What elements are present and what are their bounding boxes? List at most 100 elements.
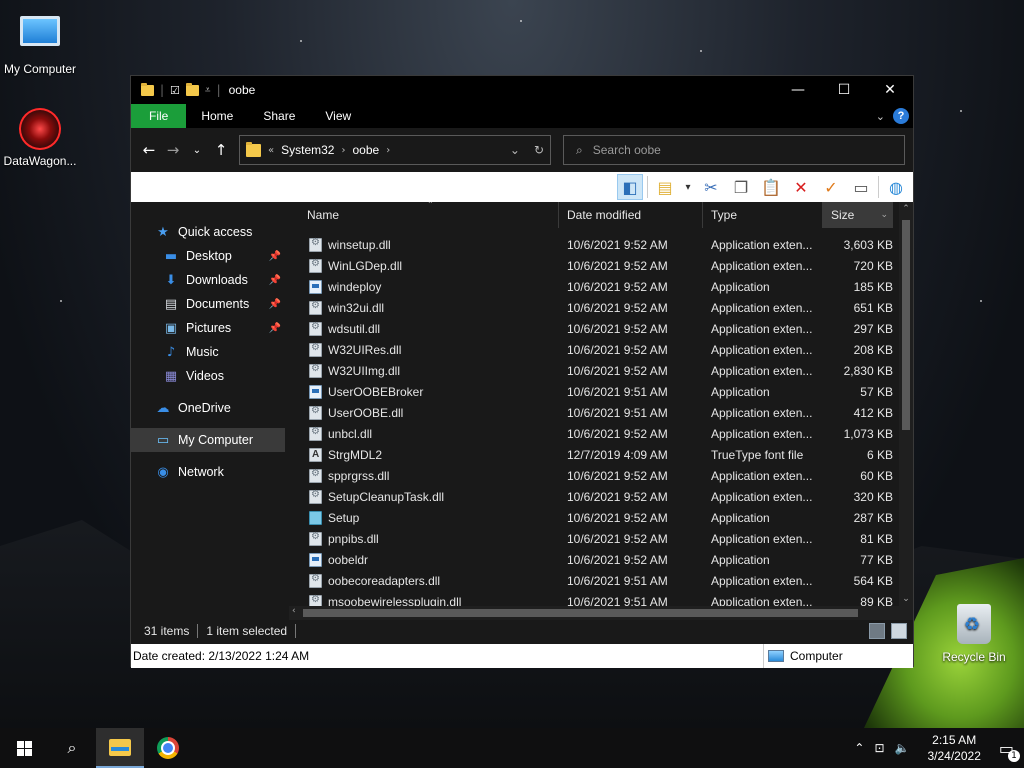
address-bar[interactable]: « System32 › oobe › ⌄ ↻ xyxy=(239,135,551,165)
globe-icon[interactable]: ◍ xyxy=(883,174,909,200)
table-row[interactable]: winsetup.dll 10/6/2021 9:52 AM Application… xyxy=(289,234,899,255)
table-row[interactable]: oobeldr 10/6/2021 9:52 AM Application 77 KB xyxy=(289,549,899,570)
search-box[interactable]: ⌕ xyxy=(563,135,905,165)
paste-icon[interactable]: 📋 xyxy=(758,174,784,200)
nav-item-downloads[interactable]: ⬇ Downloads 📌 xyxy=(131,268,289,292)
breadcrumb-system32[interactable]: System32 xyxy=(281,143,334,157)
tab-share[interactable]: Share xyxy=(248,104,310,128)
table-row[interactable]: W32UIImg.dll 10/6/2021 9:52 AM Application… xyxy=(289,360,899,381)
minimize-button[interactable]: — xyxy=(775,76,821,104)
table-row[interactable]: StrgMDL2 12/7/2019 4:09 AM TrueType font f… xyxy=(289,444,899,465)
column-header-size[interactable]: Size ⌄ xyxy=(823,202,893,228)
nav-item-pictures[interactable]: ▣ Pictures 📌 xyxy=(131,316,289,340)
forward-button[interactable]: → xyxy=(161,141,185,159)
taskbar-file-explorer[interactable] xyxy=(96,728,144,768)
up-button[interactable]: ↑ xyxy=(209,141,233,159)
dropdown-arrow-icon[interactable]: ▾ xyxy=(682,174,694,200)
file-date: 10/6/2021 9:52 AM xyxy=(567,363,668,378)
new-folder-icon[interactable] xyxy=(185,82,199,96)
table-row[interactable]: unbcl.dll 10/6/2021 9:52 AM Application ex… xyxy=(289,423,899,444)
table-row[interactable]: W32UIRes.dll 10/6/2021 9:52 AM Application… xyxy=(289,339,899,360)
vertical-scrollbar[interactable]: ⌃ ⌄ xyxy=(899,202,913,620)
table-row[interactable]: SetupCleanupTask.dll 10/6/2021 9:52 AM App… xyxy=(289,486,899,507)
tab-home[interactable]: Home xyxy=(186,104,248,128)
network-icon[interactable]: ⊡ xyxy=(874,741,884,755)
copy-icon[interactable]: ❐ xyxy=(728,174,754,200)
nav-item-quick-access[interactable]: ★ Quick access xyxy=(131,220,289,244)
nav-item-documents[interactable]: ▤ Documents 📌 xyxy=(131,292,289,316)
notification-center-button[interactable]: ▭ 1 xyxy=(999,739,1020,762)
breadcrumb-chevron-icon[interactable]: › xyxy=(386,145,390,156)
table-row[interactable]: UserOOBE.dll 10/6/2021 9:51 AM Application… xyxy=(289,402,899,423)
nav-item-label: Network xyxy=(178,465,224,479)
desktop-icon-my-computer[interactable]: My Computer xyxy=(0,8,80,76)
table-row[interactable]: WinLGDep.dll 10/6/2021 9:52 AM Application… xyxy=(289,255,899,276)
scroll-up-icon[interactable]: ⌃ xyxy=(899,204,913,214)
close-button[interactable]: ✕ xyxy=(867,76,913,104)
maximize-button[interactable]: ☐ xyxy=(821,76,867,104)
address-dropdown-icon[interactable]: ⌄ xyxy=(510,143,520,157)
tab-view[interactable]: View xyxy=(310,104,366,128)
nav-item-videos[interactable]: ▦ Videos xyxy=(131,364,289,388)
column-header-name[interactable]: Name xyxy=(289,202,559,228)
rename-icon[interactable]: ▭ xyxy=(848,174,874,200)
refresh-icon[interactable]: ↻ xyxy=(534,143,544,157)
scroll-thumb[interactable] xyxy=(303,609,858,617)
dll-file-icon xyxy=(309,489,322,504)
cut-icon[interactable]: ✂ xyxy=(698,174,724,200)
desktop-icon: ▬ xyxy=(164,248,178,264)
tab-file[interactable]: File xyxy=(131,104,187,128)
breadcrumb-chevron-icon[interactable]: › xyxy=(341,145,345,156)
table-row[interactable]: wdsutil.dll 10/6/2021 9:52 AM Application … xyxy=(289,318,899,339)
file-name-cell: oobeldr xyxy=(289,552,559,567)
show-hidden-icons-chevron-icon[interactable]: ⌃ xyxy=(854,741,864,755)
address-overflow[interactable]: « xyxy=(268,145,274,156)
scroll-thumb[interactable] xyxy=(902,220,910,430)
column-header-date[interactable]: Date modified xyxy=(559,202,703,228)
nav-item-network[interactable]: ◉ Network xyxy=(131,460,289,484)
breadcrumb-oobe[interactable]: oobe xyxy=(352,143,379,157)
recent-locations-chevron-icon[interactable]: ⌄ xyxy=(185,145,209,156)
preview-pane-icon[interactable]: ◧ xyxy=(617,174,643,200)
table-row[interactable]: UserOOBEBroker 10/6/2021 9:51 AM Applicati… xyxy=(289,381,899,402)
file-size: 3,603 KB xyxy=(843,237,893,252)
desktop-icon-recycle-bin[interactable]: Recycle Bin xyxy=(934,604,1014,664)
scroll-left-icon[interactable]: ‹ xyxy=(292,606,296,616)
desktop-icon-datawagon[interactable]: DataWagon... xyxy=(0,108,80,168)
search-button[interactable]: ⌕ xyxy=(48,728,96,768)
taskbar-chrome[interactable] xyxy=(144,728,192,768)
help-icon[interactable]: ? xyxy=(893,108,909,124)
start-button[interactable] xyxy=(0,728,48,768)
file-size: 6 KB xyxy=(866,447,893,462)
table-row[interactable]: oobecoreadapters.dll 10/6/2021 9:51 AM App… xyxy=(289,570,899,591)
table-row[interactable]: pnpibs.dll 10/6/2021 9:52 AM Application e… xyxy=(289,528,899,549)
title-bar[interactable]: | ☑ ⩡ | oobe — ☐ ✕ xyxy=(131,76,913,104)
properties-icon[interactable]: ☑ xyxy=(170,84,180,97)
back-button[interactable]: ← xyxy=(137,141,161,159)
volume-icon[interactable]: 🔈 xyxy=(895,741,910,755)
customize-toolbar-icon[interactable]: ⩡ xyxy=(205,85,211,96)
horizontal-scrollbar[interactable]: ‹ xyxy=(289,606,899,620)
nav-item-music[interactable]: ♪ Music xyxy=(131,340,289,364)
nav-item-onedrive[interactable]: ☁ OneDrive xyxy=(131,396,289,420)
column-dropdown-icon[interactable]: ⌄ xyxy=(880,210,892,220)
pin-icon: 📌 xyxy=(268,274,281,286)
delete-icon[interactable]: ✕ xyxy=(788,174,814,200)
checkmark-icon[interactable]: ✓ xyxy=(818,174,844,200)
new-folder-menu-icon[interactable]: ▤ xyxy=(652,174,678,200)
search-input[interactable] xyxy=(592,143,873,157)
column-header-type[interactable]: Type xyxy=(703,202,823,228)
clock[interactable]: 2:15 AM 3/24/2022 xyxy=(927,732,980,764)
expand-ribbon-chevron-icon[interactable]: ⌄ xyxy=(876,110,885,123)
table-row[interactable]: spprgrss.dll 10/6/2021 9:52 AM Application… xyxy=(289,465,899,486)
table-row[interactable]: windeploy 10/6/2021 9:52 AM Application 185… xyxy=(289,276,899,297)
table-row[interactable]: win32ui.dll 10/6/2021 9:52 AM Application … xyxy=(289,297,899,318)
large-icons-view-button[interactable] xyxy=(891,623,907,639)
scroll-down-icon[interactable]: ⌄ xyxy=(899,594,913,604)
nav-item-my-computer[interactable]: ▭ My Computer xyxy=(131,428,285,452)
clock-date: 3/24/2022 xyxy=(927,749,981,763)
nav-item-desktop[interactable]: ▬ Desktop 📌 xyxy=(131,244,289,268)
table-row[interactable]: Setup 10/6/2021 9:52 AM Application 287 KB xyxy=(289,507,899,528)
details-view-button[interactable] xyxy=(869,623,885,639)
